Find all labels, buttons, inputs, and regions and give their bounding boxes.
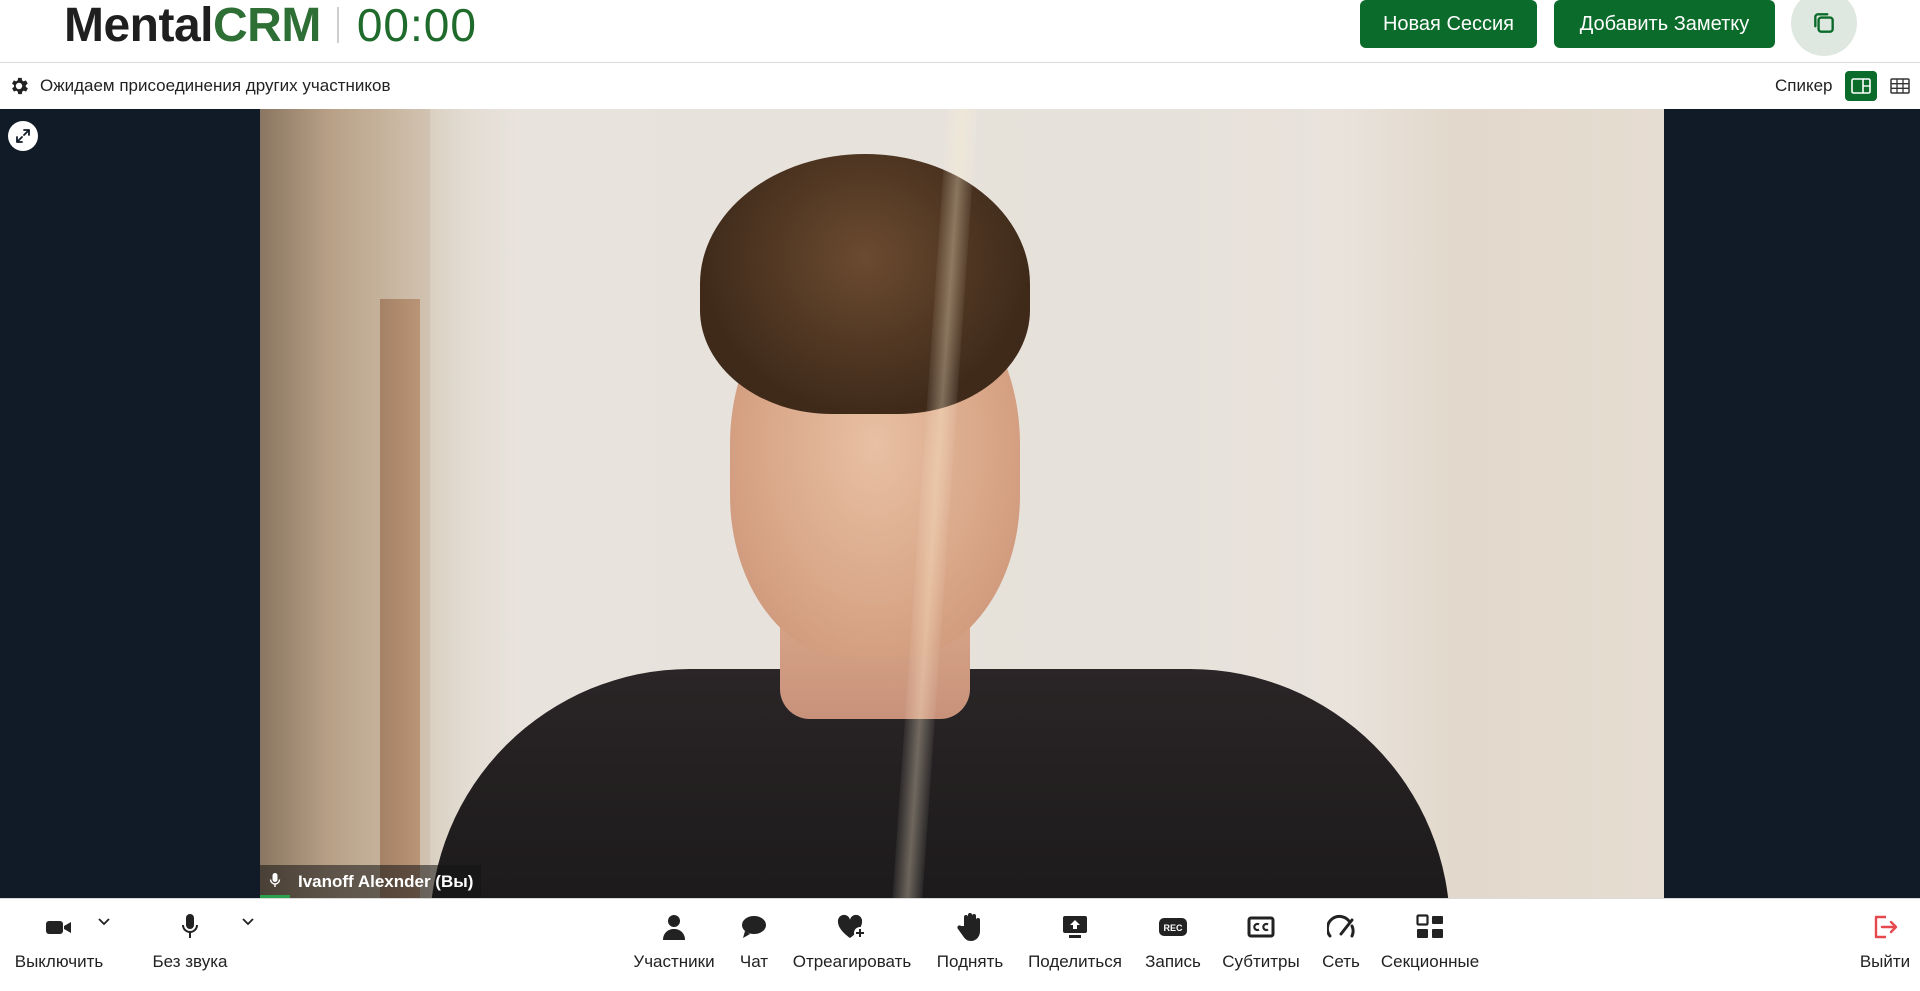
- new-session-button[interactable]: Новая Сессия: [1360, 0, 1537, 48]
- leave-label: Выйти: [1859, 952, 1911, 971]
- participants-button[interactable]: Участники: [631, 911, 717, 972]
- top-header: Mental CRM 00:00 Новая Сессия Добавить За…: [0, 0, 1920, 63]
- breakout-rooms-icon: [1413, 911, 1447, 943]
- breakout-rooms-button[interactable]: Секционные: [1381, 911, 1479, 972]
- brand-name-part2: CRM: [213, 0, 321, 52]
- share-screen-label: Поделиться: [1028, 952, 1122, 971]
- record-label: Запись: [1145, 952, 1201, 971]
- leave-button[interactable]: Выйти: [1859, 911, 1911, 972]
- session-timer: 00:00: [356, 0, 477, 51]
- speaker-view-label: Спикер: [1775, 76, 1833, 95]
- speaker-view-button[interactable]: [1845, 71, 1877, 101]
- react-label: Отреагировать: [792, 952, 912, 971]
- raise-hand-label: Поднять: [936, 952, 1004, 971]
- video-person-hair: [700, 154, 1030, 414]
- participants-label: Участники: [633, 952, 715, 971]
- video-background-frame: [380, 299, 420, 898]
- microphone-icon: [173, 911, 207, 943]
- network-button[interactable]: Сеть: [1321, 911, 1361, 972]
- status-message: Ожидаем присоединения других участников: [40, 76, 391, 95]
- breakout-rooms-label: Секционные: [1380, 952, 1480, 971]
- chat-label: Чат: [739, 952, 769, 971]
- speaker-layout-icon: [1851, 78, 1871, 94]
- video-camera-icon: [42, 911, 76, 943]
- status-bar: Ожидаем присоединения других участников …: [0, 63, 1920, 109]
- brand-separator: [336, 7, 339, 43]
- share-screen-button[interactable]: Поделиться: [1027, 911, 1123, 972]
- participant-video: [260, 109, 1664, 898]
- brand-logo: Mental CRM 00:00: [64, 0, 477, 52]
- video-stage: Ivanoff Alexnder (Вы): [0, 109, 1920, 898]
- subtitles-label: Субтитры: [1222, 952, 1300, 971]
- mic-options-chevron-icon[interactable]: [240, 913, 256, 929]
- expand-icon: [16, 129, 30, 143]
- closed-captions-icon: [1244, 911, 1278, 943]
- participant-name-tag: Ivanoff Alexnder (Вы): [260, 865, 482, 898]
- participants-icon: [657, 911, 691, 943]
- network-label: Сеть: [1322, 952, 1360, 971]
- leave-door-icon: [1868, 911, 1902, 943]
- subtitles-button[interactable]: Субтитры: [1222, 911, 1300, 972]
- gear-icon[interactable]: [8, 75, 30, 97]
- record-button[interactable]: REC Запись: [1143, 911, 1203, 972]
- copy-button[interactable]: [1791, 0, 1857, 56]
- brand-name-part1: Mental: [64, 0, 214, 52]
- add-note-button[interactable]: Добавить Заметку: [1554, 0, 1775, 48]
- share-screen-icon: [1058, 911, 1092, 943]
- react-button[interactable]: Отреагировать: [790, 911, 914, 972]
- network-speed-icon: [1324, 911, 1358, 943]
- copy-icon: [1814, 13, 1834, 33]
- chat-button[interactable]: Чат: [735, 911, 773, 972]
- raise-hand-button[interactable]: Поднять: [935, 911, 1005, 972]
- bottom-toolbar: Выключить Без звука Участники Чат Отреаг…: [0, 898, 1920, 991]
- grid-layout-icon: [1890, 78, 1910, 94]
- participant-name: Ivanoff Alexnder (Вы): [298, 871, 474, 891]
- mute-label: Без звука: [152, 952, 228, 971]
- camera-options-chevron-icon[interactable]: [96, 913, 112, 929]
- raise-hand-icon: [953, 911, 987, 943]
- camera-label: Выключить: [14, 952, 104, 971]
- svg-text:REC: REC: [1163, 923, 1183, 933]
- heart-plus-icon: [835, 911, 869, 943]
- record-rec-icon: REC: [1156, 911, 1190, 943]
- camera-toggle-button[interactable]: Выключить: [14, 911, 104, 972]
- grid-view-button[interactable]: [1884, 71, 1916, 101]
- fullscreen-button[interactable]: [8, 121, 38, 151]
- mute-toggle-button[interactable]: Без звука: [145, 911, 235, 972]
- chat-bubble-icon: [737, 911, 771, 943]
- mic-indicator-icon: [260, 865, 290, 898]
